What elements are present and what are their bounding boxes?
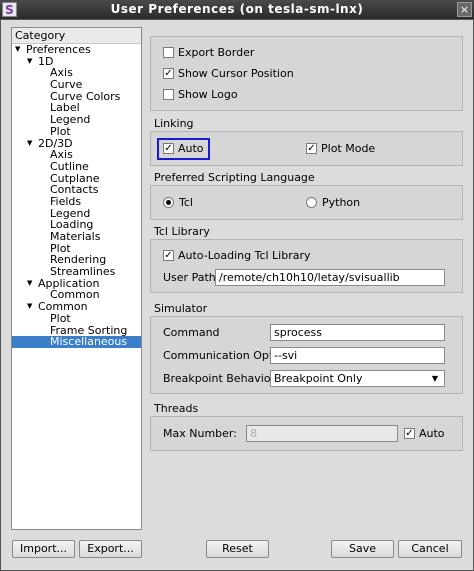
user-path-input[interactable]: /remote/ch10h10/letay/svisuallib [215, 269, 445, 286]
threads-auto-label: Auto [419, 427, 445, 440]
command-label: Command [163, 326, 220, 339]
communication-option-input[interactable]: --svi [270, 347, 445, 364]
show-cursor-position-checkbox[interactable]: ✓ [163, 68, 174, 79]
window-title: User Preferences (on tesla-sm-lnx) [110, 2, 364, 16]
max-number-input[interactable]: 8 [246, 425, 398, 442]
scripting-title: Preferred Scripting Language [154, 171, 315, 184]
threads-title: Threads [154, 402, 199, 415]
title-bar: S User Preferences (on tesla-sm-lnx) × [0, 0, 474, 19]
tree-item[interactable]: Streamlines [12, 266, 141, 278]
plot-mode-label: Plot Mode [321, 142, 376, 155]
save-button[interactable]: Save [331, 540, 394, 558]
max-number-label: Max Number: [163, 427, 237, 440]
linking-auto-checkbox[interactable]: ✓ [163, 143, 174, 154]
show-logo-checkbox[interactable] [163, 89, 174, 100]
plot-mode-checkbox[interactable]: ✓ [306, 143, 317, 154]
expand-arrow-icon[interactable]: ▼ [27, 138, 32, 150]
tcl-radio[interactable] [163, 197, 174, 208]
threads-auto-checkbox[interactable]: ✓ [404, 428, 415, 439]
tree-item-label: Miscellaneous [50, 335, 128, 349]
auto-loading-tcl-label: Auto-Loading Tcl Library [178, 249, 311, 262]
simulator-title: Simulator [154, 302, 208, 315]
auto-loading-tcl-checkbox[interactable]: ✓ [163, 250, 174, 261]
category-tree[interactable]: Category ▼ Preferences ▼ 1D Axis Curve Curve C… [11, 27, 142, 530]
expand-arrow-icon[interactable]: ▼ [15, 44, 20, 56]
tree-item[interactable]: Plot [12, 126, 141, 138]
tree-header: Category [12, 28, 141, 44]
chevron-down-icon: ▼ [431, 374, 438, 383]
tree-item-label: Streamlines [50, 265, 116, 279]
tree-item[interactable]: ▼ 2D/3D [12, 137, 141, 150]
import-button[interactable]: Import... [12, 540, 75, 558]
tcl-label: Tcl [179, 196, 193, 209]
breakpoint-behavior-select[interactable]: Breakpoint Only ▼ [270, 370, 445, 387]
command-input[interactable]: sprocess [270, 324, 445, 341]
breakpoint-behavior-value: Breakpoint Only [274, 372, 363, 385]
python-label: Python [322, 196, 361, 209]
user-path-label: User Path: [163, 271, 220, 284]
show-logo-label: Show Logo [178, 88, 238, 101]
show-cursor-position-label: Show Cursor Position [178, 67, 294, 80]
tree-item[interactable]: Curve [12, 79, 141, 91]
close-button[interactable]: × [457, 2, 472, 17]
expand-arrow-icon[interactable]: ▼ [27, 278, 32, 290]
linking-title: Linking [154, 117, 194, 130]
tree-item-label: Fields [50, 194, 82, 208]
tree-item[interactable]: Legend [12, 114, 141, 126]
tree-item[interactable]: Fields [12, 196, 141, 208]
tcl-library-title: Tcl Library [154, 225, 210, 238]
tree-item[interactable]: ▼ Common [12, 301, 141, 313]
export-border-checkbox[interactable] [163, 47, 174, 58]
python-radio[interactable] [306, 197, 317, 208]
cancel-button[interactable]: Cancel [398, 540, 462, 558]
tree-item-label: Plot [50, 124, 71, 138]
tree-item[interactable]: Miscellaneous [12, 336, 141, 348]
tree-item[interactable]: Materials [12, 231, 141, 243]
export-button[interactable]: Export... [79, 540, 142, 558]
tree-item-label: Curve [50, 78, 83, 92]
linking-auto-label: Auto [178, 142, 204, 155]
tree-item[interactable]: Cutline [12, 161, 141, 173]
tree-item-label: Materials [50, 230, 101, 243]
tree-rows: ▼ Preferences ▼ 1D Axis Curve Curve Colors Labe… [12, 44, 141, 348]
expand-arrow-icon[interactable]: ▼ [27, 56, 32, 68]
tree-item-label: Preferences [26, 43, 91, 56]
tree-item[interactable]: Plot [12, 313, 141, 325]
reset-button[interactable]: Reset [206, 540, 269, 558]
expand-arrow-icon[interactable]: ▼ [27, 301, 32, 313]
tree-item-label: Plot [50, 311, 71, 325]
breakpoint-behavior-label: Breakpoint Behavior [163, 372, 276, 385]
export-border-label: Export Border [178, 46, 255, 59]
tree-item[interactable]: ▼ 1D [12, 55, 141, 68]
tree-item[interactable]: ▼ Preferences [12, 44, 141, 56]
tree-item-label: Cutline [50, 159, 89, 173]
